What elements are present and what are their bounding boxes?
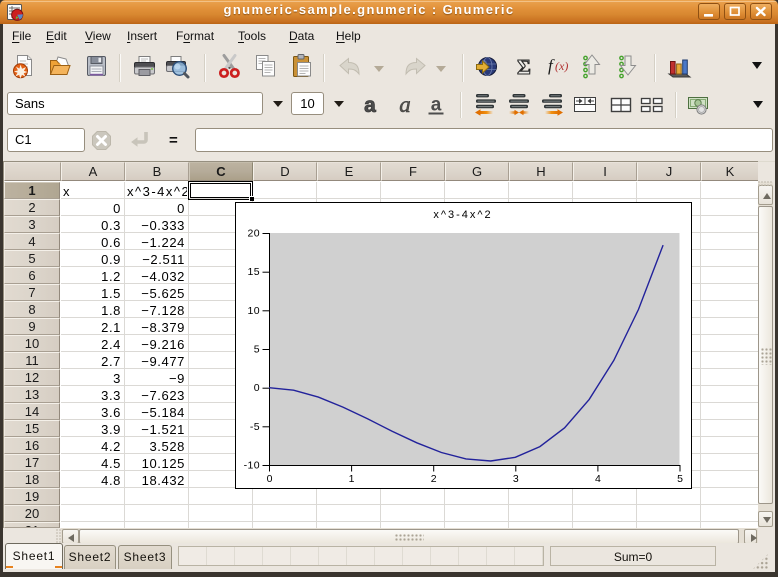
- svg-text:a: a: [399, 93, 411, 117]
- svg-text:5: 5: [254, 344, 260, 356]
- svg-text:20: 20: [248, 228, 260, 240]
- svg-text:0: 0: [267, 473, 273, 485]
- svg-text:x^3-4x^2: x^3-4x^2: [433, 209, 492, 221]
- svg-text:15: 15: [248, 266, 260, 278]
- svg-text:-5: -5: [250, 421, 260, 433]
- svg-text:1: 1: [349, 473, 355, 485]
- svg-text:Σ: Σ: [517, 55, 531, 79]
- svg-text:5: 5: [677, 473, 683, 485]
- svg-text:a: a: [431, 95, 442, 116]
- svg-text:0: 0: [254, 382, 260, 394]
- svg-text:3: 3: [513, 473, 519, 485]
- svg-text:10: 10: [248, 305, 260, 317]
- svg-text:(x): (x): [555, 59, 568, 73]
- svg-text:-10: -10: [244, 460, 260, 472]
- svg-text:2: 2: [431, 473, 437, 485]
- svg-text:4: 4: [595, 473, 601, 485]
- svg-text:f: f: [548, 56, 555, 75]
- svg-text:a: a: [364, 94, 376, 117]
